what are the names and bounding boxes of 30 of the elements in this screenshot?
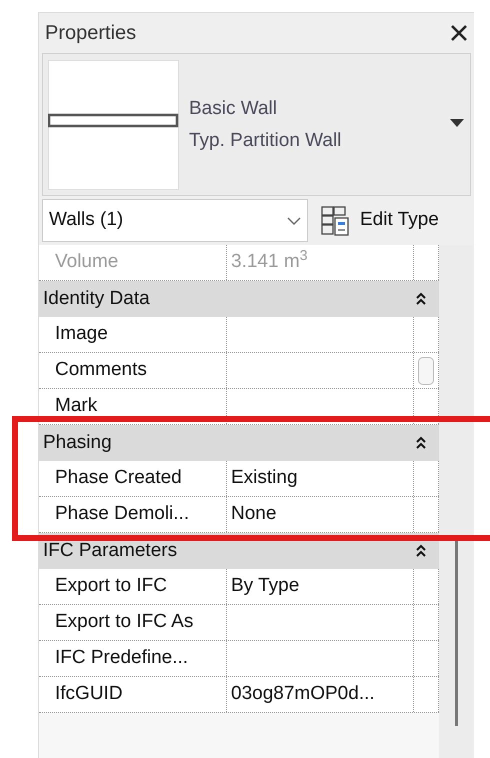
- collapse-icon[interactable]: [415, 436, 427, 450]
- row-handle[interactable]: [418, 356, 434, 384]
- property-label: Comments: [55, 358, 147, 382]
- wall-type: Typ. Partition Wall: [189, 128, 342, 152]
- close-icon[interactable]: [450, 24, 468, 42]
- property-value[interactable]: Existing: [231, 464, 298, 493]
- property-label: Export to IFC: [55, 574, 167, 598]
- collapse-icon[interactable]: [415, 292, 427, 306]
- group-header[interactable]: Phasing: [39, 425, 439, 461]
- property-value[interactable]: None: [231, 500, 276, 529]
- property-label: IFC Predefine...: [55, 646, 188, 670]
- property-label: Volume: [55, 250, 118, 274]
- property-label: Mark: [55, 394, 98, 418]
- collapse-icon[interactable]: [415, 544, 427, 558]
- property-label: Image: [55, 322, 108, 346]
- category-dropdown[interactable]: Walls (1): [42, 199, 308, 242]
- panel-title: Properties: [45, 21, 136, 46]
- edit-type-button[interactable]: Edit Type: [320, 199, 439, 242]
- scrollbar-thumb[interactable]: [454, 540, 458, 726]
- dropdown-arrow-icon[interactable]: [450, 118, 464, 126]
- wall-family: Basic Wall: [189, 96, 278, 120]
- property-label: IfcGUID: [55, 682, 123, 706]
- type-selector[interactable]: Basic Wall Typ. Partition Wall: [42, 53, 471, 196]
- chevron-down-icon: [287, 216, 301, 224]
- property-label: Phase Created: [55, 466, 182, 490]
- property-label: Phase Demoli...: [55, 502, 190, 526]
- property-label: Export to IFC As: [55, 610, 194, 634]
- group-header[interactable]: Identity Data: [39, 281, 439, 317]
- property-value[interactable]: By Type: [231, 572, 300, 601]
- property-value[interactable]: 03og87mOP0d...: [231, 680, 375, 709]
